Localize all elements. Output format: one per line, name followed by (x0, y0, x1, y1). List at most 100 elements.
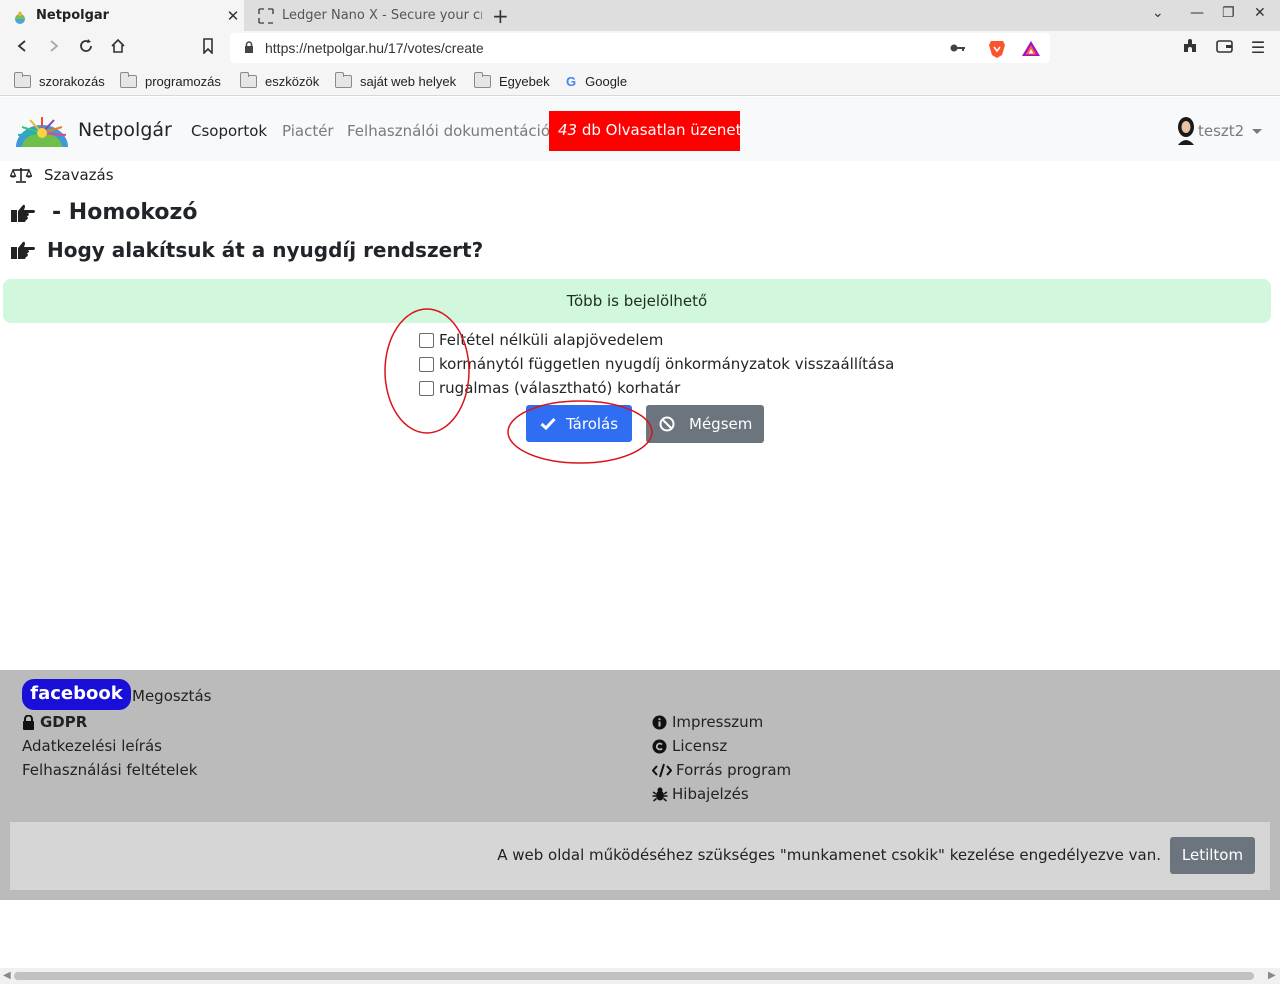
reload-icon[interactable] (76, 38, 96, 58)
tab-ledger[interactable]: Ledger Nano X - Secure your crypto (246, 0, 482, 31)
facebook-share-button[interactable]: facebook (22, 679, 131, 710)
bug-report-link[interactable]: Hibajelzés (652, 785, 749, 803)
brand-link[interactable]: Netpolgár (12, 113, 172, 147)
breadcrumb: Szavazás (10, 166, 114, 184)
nav-link-csoportok[interactable]: Csoportok (191, 122, 267, 140)
tab-netpolgar[interactable]: Netpolgar ✕ (0, 0, 244, 31)
vote-option[interactable]: kormánytól független nyugdíj önkormányza… (419, 355, 894, 373)
option-label: Feltétel nélküli alapjövedelem (439, 331, 664, 349)
avatar (1178, 117, 1194, 145)
bug-report-label: Hibajelzés (672, 785, 749, 803)
option-checkbox[interactable] (419, 332, 434, 348)
nav-link-dokumentacio[interactable]: Felhasználói dokumentáció (347, 122, 550, 140)
bookmark-label: saját web helyek (360, 74, 457, 89)
brand-name: Netpolgár (78, 119, 172, 141)
folder-icon (335, 72, 352, 88)
unread-label: db Olvasatlan üzenet (581, 121, 742, 139)
netpolgar-favicon-icon (15, 10, 25, 24)
user-menu-toggle[interactable]: teszt2 (1176, 117, 1263, 145)
option-checkbox[interactable] (419, 380, 434, 396)
minimize-window-icon[interactable]: — (1190, 5, 1204, 21)
address-bar[interactable]: https://netpolgar.hu/17/votes/create (230, 33, 1050, 63)
impresszum-label: Impresszum (672, 713, 764, 731)
bookmark-folder-egyebek[interactable]: Egyebek (474, 72, 550, 89)
nav-link-piacter[interactable]: Piactér (282, 122, 334, 140)
bookmark-google[interactable]: G Google (566, 74, 627, 89)
forward-icon[interactable] (44, 38, 64, 58)
source-code-link[interactable]: Forrás program (652, 761, 791, 779)
impresszum-link[interactable]: Impresszum (652, 713, 763, 731)
username: teszt2 (1198, 122, 1245, 140)
lock-icon (23, 714, 34, 730)
bug-icon (652, 787, 668, 802)
restore-window-icon[interactable]: ❐ (1222, 5, 1235, 21)
unread-messages-button[interactable]: 43 db Olvasatlan üzenet (549, 111, 742, 151)
breadcrumb-label: Szavazás (44, 166, 114, 184)
home-icon[interactable] (108, 38, 128, 58)
folder-icon (120, 72, 137, 88)
bookmark-label: Google (585, 74, 628, 89)
bookmark-folder-szorakozas[interactable]: szorakozás (14, 72, 105, 89)
licensz-link[interactable]: Licensz (652, 737, 727, 755)
gdpr-label: GDPR (40, 713, 88, 731)
close-window-icon[interactable]: ✕ (1254, 5, 1266, 21)
horizontal-scrollbar[interactable]: ◀ ▶ (0, 968, 1280, 984)
key-icon[interactable] (950, 43, 966, 53)
unread-count: 43 (558, 121, 578, 139)
bookmark-label: Egyebek (499, 74, 550, 89)
bookmark-label: eszközök (265, 74, 320, 89)
folder-icon (474, 72, 491, 88)
scroll-left-arrow-icon[interactable]: ◀ (3, 970, 11, 981)
cookie-consent-text: A web oldal működéséhez szükséges "munka… (497, 846, 1161, 864)
ban-icon (659, 416, 675, 432)
netpolgar-logo-icon (16, 117, 68, 147)
folder-icon (14, 72, 31, 88)
tab-title: Ledger Nano X - Secure your crypto (282, 8, 482, 23)
close-tab-icon[interactable]: ✕ (222, 7, 244, 25)
copyright-icon (652, 739, 667, 753)
bookmark-folder-programozas[interactable]: programozás (120, 72, 221, 89)
hand-point-right-icon (11, 204, 35, 222)
share-label[interactable]: Megosztás (132, 687, 211, 705)
cancel-button[interactable]: Mégsem (646, 405, 764, 443)
site-footer: facebook Megosztás GDPR Adatkezelési leí… (0, 670, 1280, 900)
bookmark-label: szorakozás (39, 74, 105, 89)
vote-option[interactable]: Feltétel nélküli alapjövedelem (419, 331, 663, 349)
terms-of-use-link[interactable]: Felhasználási feltételek (22, 761, 197, 779)
hand-point-right-icon (11, 241, 35, 259)
cookie-consent-bar: A web oldal működéséhez szükséges "munka… (10, 822, 1270, 890)
brave-rewards-icon[interactable] (1021, 40, 1041, 57)
option-checkbox[interactable] (419, 356, 434, 372)
vote-question-text: Hogy alakítsuk át a nyugdíj rendszert? (47, 238, 484, 262)
balance-scale-icon (10, 168, 32, 183)
bookmarks-bar: szorakozás programozás eszközök saját we… (0, 66, 1280, 96)
info-circle-icon (652, 715, 667, 729)
save-button[interactable]: Tárolás (526, 405, 632, 442)
scroll-right-arrow-icon[interactable]: ▶ (1268, 970, 1276, 981)
bookmark-folder-eszkozok[interactable]: eszközök (240, 72, 320, 89)
browser-toolbar: https://netpolgar.hu/17/votes/create ☰ (0, 31, 1280, 66)
deny-cookies-button[interactable]: Letiltom (1170, 837, 1255, 874)
group-title: - Homokozó (10, 200, 197, 225)
cancel-label: Mégsem (689, 415, 753, 433)
save-label: Tárolás (566, 414, 619, 433)
bookmark-icon[interactable] (198, 38, 218, 58)
bookmark-folder-sajat-web-helyek[interactable]: saját web helyek (335, 72, 457, 89)
extensions-icon[interactable] (1180, 38, 1200, 58)
google-icon: G (566, 74, 577, 89)
lock-icon (245, 41, 253, 53)
tab-list-chevron-icon[interactable]: ⌄ (1152, 5, 1164, 21)
menu-icon[interactable]: ☰ (1248, 38, 1268, 58)
brave-shield-icon[interactable] (988, 39, 1006, 59)
caret-down-icon (1252, 128, 1263, 134)
vote-option[interactable]: rugalmas (választható) korhatár (419, 379, 680, 397)
folder-icon (240, 72, 257, 88)
scrollbar-thumb[interactable] (14, 972, 1254, 980)
wallet-icon[interactable] (1214, 38, 1234, 58)
url-text: https://netpolgar.hu/17/votes/create (265, 40, 484, 56)
source-code-label: Forrás program (676, 761, 792, 779)
option-label: kormánytól független nyugdíj önkormányza… (439, 355, 895, 373)
new-tab-icon[interactable]: + (492, 4, 509, 28)
privacy-policy-link[interactable]: Adatkezelési leírás (22, 737, 162, 755)
back-icon[interactable] (12, 38, 32, 58)
